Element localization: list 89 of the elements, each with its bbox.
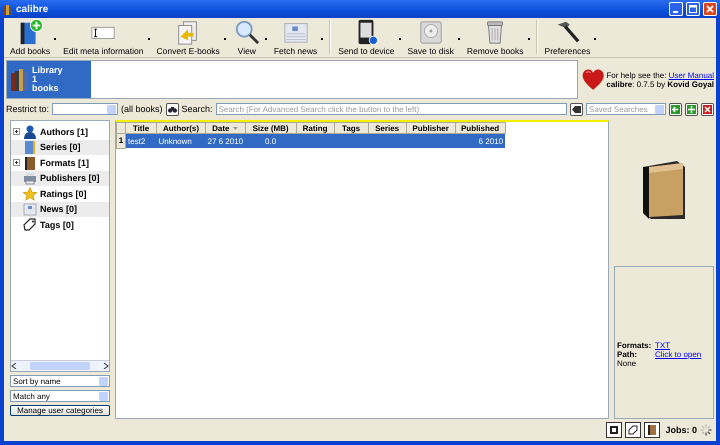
restrict-label: Restrict to:: [6, 104, 50, 114]
cross-icon: [703, 104, 712, 114]
column-header[interactable]: Series: [368, 122, 406, 134]
clear-search-button[interactable]: [570, 102, 583, 116]
category-item[interactable]: Series [0]: [11, 140, 109, 155]
table-cell: 0.0: [245, 134, 296, 148]
toolbar-button[interactable]: Save to disk: [404, 19, 458, 56]
sort-dropdown[interactable]: Sort by name: [10, 375, 110, 387]
tag-icon: [628, 425, 638, 435]
count-unit: books: [32, 84, 60, 93]
newspaper-icon: [23, 202, 37, 216]
table-cell: 6 2010: [455, 134, 506, 148]
close-icon: [706, 5, 714, 13]
category-item[interactable]: Formats [1]: [11, 155, 109, 170]
column-header[interactable]: Size (MB): [245, 122, 296, 134]
books-icon: [3, 4, 13, 14]
toolbar-button[interactable]: Edit meta information: [59, 19, 148, 56]
plus-icon: [687, 104, 696, 114]
toolbar-button[interactable]: View: [228, 19, 265, 56]
match-dropdown[interactable]: Match any: [10, 390, 110, 402]
toolbar-button[interactable]: Send to device: [334, 19, 399, 56]
library-item[interactable]: Library 1 books: [7, 61, 91, 98]
help-text: For help see the: User Manual: [606, 70, 714, 80]
category-item[interactable]: News [0]: [11, 202, 109, 217]
spinner-icon: [700, 424, 712, 436]
column-header[interactable]: Tags: [334, 122, 368, 134]
user-manual-link[interactable]: User Manual: [668, 70, 714, 80]
column-header[interactable]: Author(s): [156, 122, 206, 134]
category-item[interactable]: Ratings [0]: [11, 186, 109, 202]
books-icon: [11, 68, 29, 90]
column-header[interactable]: Rating: [296, 122, 334, 134]
table-row[interactable]: 1 test2 Unknown 27 6 2010 0.0 6 2010: [116, 134, 506, 148]
book-icon: [647, 425, 658, 435]
copy-search-button[interactable]: [685, 102, 698, 116]
toolbar-button[interactable]: Remove books: [462, 19, 528, 56]
manage-categories-button[interactable]: Manage user categories: [10, 405, 110, 416]
book-cover-button[interactable]: [606, 422, 622, 438]
library-name: Library: [32, 66, 63, 75]
book-button[interactable]: [644, 422, 660, 438]
tag-icon: [23, 218, 37, 232]
table-cell: Unknown: [156, 134, 206, 148]
category-item[interactable]: Publishers [0]: [11, 170, 109, 186]
save-search-button[interactable]: [669, 102, 682, 116]
tag-button[interactable]: [625, 422, 642, 438]
expand-icon[interactable]: [13, 159, 20, 166]
scrollbar-thumb[interactable]: [30, 362, 90, 370]
book-icon: [23, 156, 37, 170]
table-cell: 27 6 2010: [206, 134, 246, 148]
path-link[interactable]: Click to open: [655, 350, 702, 359]
column-header[interactable]: Publisher: [406, 122, 456, 134]
maximize-icon: [689, 5, 697, 13]
book-icon: [23, 140, 37, 154]
maximize-button[interactable]: [686, 2, 700, 16]
advanced-search-button[interactable]: [166, 102, 179, 116]
search-label: Search:: [182, 104, 213, 114]
toolbar-button[interactable]: Preferences: [540, 19, 594, 56]
restrict-note: (all books): [121, 104, 163, 114]
toolbar-button[interactable]: Add books: [6, 19, 54, 56]
restrict-dropdown[interactable]: [52, 103, 118, 115]
close-button[interactable]: [703, 2, 717, 16]
comments-text: None: [617, 359, 638, 368]
printer-icon: [23, 171, 37, 186]
category-item[interactable]: Tags [0]: [11, 217, 109, 232]
toolbar-button[interactable]: Fetch news: [270, 19, 322, 56]
format-link[interactable]: TXT: [655, 341, 670, 350]
backspace-icon: [572, 106, 581, 112]
column-header[interactable]: Published: [455, 122, 506, 134]
jobs-count: Jobs: 0: [665, 425, 697, 435]
path-label: Path:: [617, 350, 638, 359]
version-text: calibre: 0.7.5 by Kovid Goyal: [606, 80, 714, 88]
person-icon: [23, 124, 37, 139]
delete-search-button[interactable]: [701, 102, 714, 116]
search-field[interactable]: Search (For Advanced Search click the button to the left): [216, 103, 567, 115]
square-icon: [609, 425, 620, 435]
window-title: calibre: [16, 4, 50, 14]
book-count: 1: [32, 75, 38, 84]
column-header[interactable]: Date: [206, 122, 246, 134]
category-item[interactable]: Authors [1]: [11, 124, 109, 140]
star-icon: [23, 186, 37, 201]
minimize-button[interactable]: [669, 2, 683, 16]
formats-label: Formats:: [617, 341, 651, 350]
horizontal-scrollbar[interactable]: [11, 360, 109, 371]
expand-icon[interactable]: [13, 128, 20, 136]
row-number: 1: [116, 134, 126, 148]
arrow-icon: [671, 104, 680, 114]
column-header[interactable]: Title: [126, 122, 156, 134]
binoculars-icon: [168, 106, 177, 112]
table-cell: test2: [126, 134, 156, 148]
toolbar-button[interactable]: Convert E-books: [152, 19, 224, 56]
